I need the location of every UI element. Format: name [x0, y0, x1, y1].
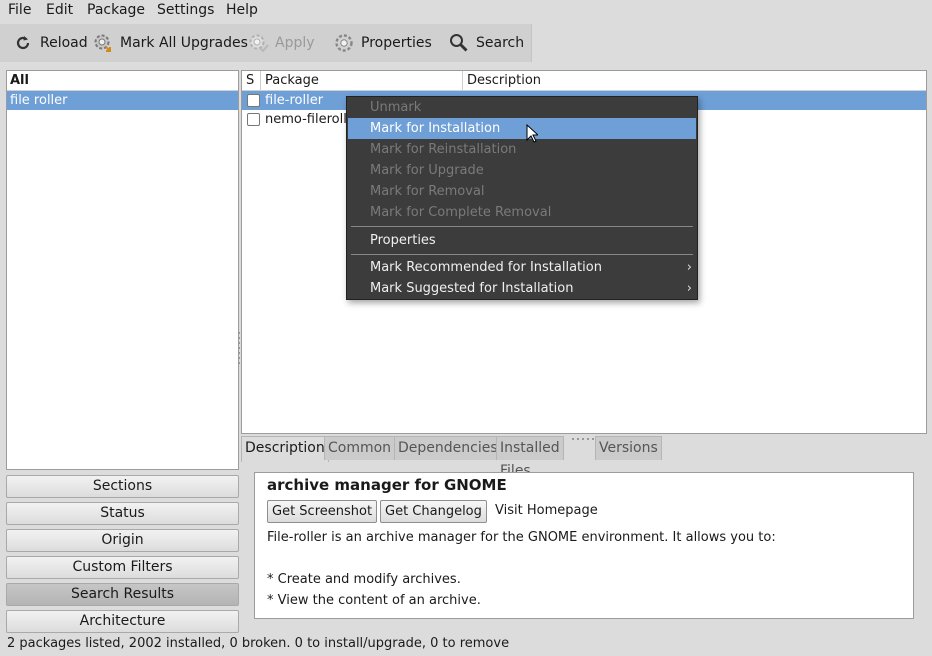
reload-label: Reload [40, 35, 88, 51]
mouse-pointer-icon [526, 123, 540, 147]
custom-filters-button[interactable]: Custom Filters [6, 556, 239, 579]
package-name: nemo-fileroll [265, 112, 347, 127]
package-summary-title: archive manager for GNOME [267, 476, 507, 494]
filter-list-header[interactable]: All [7, 71, 238, 91]
menu-item-label: Mark Suggested for Installation [370, 281, 574, 296]
horizontal-splitter-grip[interactable] [572, 430, 602, 440]
package-table-header: S Package Description [242, 71, 926, 91]
gear-icon [333, 32, 355, 54]
menu-item-properties[interactable]: Properties [348, 230, 696, 251]
submenu-arrow-icon: › [686, 281, 692, 296]
status-button[interactable]: Status [6, 502, 239, 525]
search-button[interactable]: Search [448, 24, 524, 62]
menu-item-label: Mark Recommended for Installation [370, 260, 602, 275]
menu-edit[interactable]: Edit [46, 2, 73, 18]
menu-item-mark-for-installation[interactable]: Mark for Installation [348, 118, 696, 139]
filter-item-selected[interactable]: file roller [7, 91, 238, 110]
origin-button[interactable]: Origin [6, 529, 239, 552]
menu-item-mark-for-upgrade[interactable]: Mark for Upgrade [348, 160, 696, 181]
mark-all-upgrades-label: Mark All Upgrades [120, 35, 248, 51]
sections-button[interactable]: Sections [6, 475, 239, 498]
search-icon [448, 32, 470, 54]
search-results-button[interactable]: Search Results [6, 583, 239, 606]
reload-button[interactable]: Reload [12, 24, 88, 62]
menu-separator [351, 254, 693, 255]
menu-item-mark-for-reinstallation[interactable]: Mark for Reinstallation [348, 139, 696, 160]
status-bar: 2 packages listed, 2002 installed, 0 bro… [7, 636, 510, 651]
menu-package[interactable]: Package [87, 2, 145, 18]
menu-file[interactable]: File [8, 2, 31, 18]
visit-homepage-link[interactable]: Visit Homepage [495, 503, 598, 518]
menu-settings[interactable]: Settings [157, 2, 214, 18]
tab-description[interactable]: Description [241, 436, 329, 462]
package-name: file-roller [265, 93, 324, 108]
description-bullet: * Create and modify archives. [267, 572, 461, 587]
properties-label: Properties [361, 35, 432, 51]
description-intro: File-roller is an archive manager for th… [267, 530, 776, 545]
submenu-arrow-icon: › [686, 260, 692, 275]
install-checkbox[interactable] [247, 94, 260, 107]
menu-item-mark-recommended[interactable]: Mark Recommended for Installation › [348, 257, 696, 278]
get-changelog-button[interactable]: Get Changelog [380, 500, 487, 523]
column-status[interactable]: S [242, 71, 261, 90]
get-screenshot-button[interactable]: Get Screenshot [267, 500, 378, 523]
context-menu: Unmark Mark for Installation Mark for Re… [346, 96, 698, 300]
menu-item-mark-for-removal[interactable]: Mark for Removal [348, 181, 696, 202]
install-checkbox[interactable] [247, 113, 260, 126]
menu-item-mark-suggested[interactable]: Mark Suggested for Installation › [348, 278, 696, 299]
tab-dependencies[interactable]: Dependencies [394, 436, 502, 460]
column-package[interactable]: Package [261, 71, 463, 90]
architecture-button[interactable]: Architecture [6, 610, 239, 633]
menubar: File Edit Package Settings Help [0, 0, 932, 22]
description-panel: archive manager for GNOME Get Screenshot… [254, 472, 914, 619]
apply-label: Apply [275, 35, 315, 51]
menu-item-mark-for-complete-removal[interactable]: Mark for Complete Removal [348, 202, 696, 223]
mark-all-upgrades-button[interactable]: Mark All Upgrades [92, 24, 248, 62]
properties-button[interactable]: Properties [333, 24, 432, 62]
reload-icon [12, 32, 34, 54]
apply-button[interactable]: Apply [247, 24, 315, 62]
gear-upgrade-icon [92, 32, 114, 54]
column-description[interactable]: Description [463, 71, 926, 90]
tab-common[interactable]: Common [324, 436, 396, 460]
menu-item-unmark[interactable]: Unmark [348, 97, 696, 118]
gear-apply-icon [247, 32, 269, 54]
menu-help[interactable]: Help [226, 2, 258, 18]
search-label: Search [476, 35, 525, 51]
tab-installed-files[interactable]: Installed Files [496, 436, 564, 479]
tab-versions[interactable]: Versions [595, 436, 662, 460]
menu-separator [351, 226, 693, 227]
filter-list[interactable]: All file roller [6, 70, 239, 470]
toolbar: Reload Mark All Upgrades Apply Propertie… [0, 24, 532, 62]
description-bullet: * View the content of an archive. [267, 593, 481, 608]
